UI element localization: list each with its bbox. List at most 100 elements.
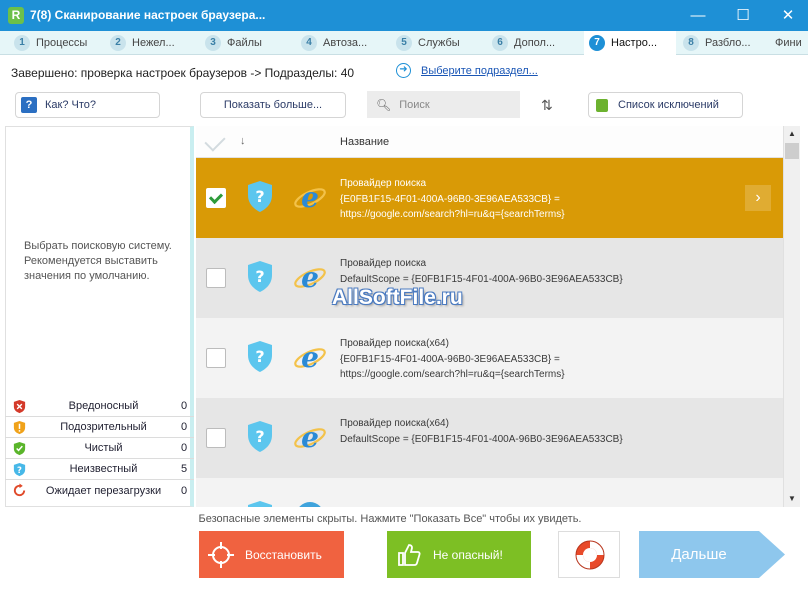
svg-text:?: ?: [255, 267, 264, 286]
restore-button[interactable]: Восстановить: [199, 531, 344, 578]
unknown-shield-icon: ?: [248, 421, 272, 452]
tab-addons[interactable]: 6 Допол...: [492, 31, 580, 55]
legend: Вредоносный 0 Подозрительный 0 Чистый 0 …: [5, 396, 194, 501]
unknown-shield-icon: ?: [248, 261, 272, 292]
swap-arrows-icon[interactable]: ⇅: [541, 97, 553, 114]
search-icon: 🔍︎: [376, 97, 392, 112]
tab-autorun[interactable]: 4 Автоза...: [301, 31, 391, 55]
row-detail: DefaultScope = {E0FB1F15-4F01-400A-96B0-…: [340, 273, 623, 285]
table-scrollbar[interactable]: ▲ ▼: [783, 126, 800, 507]
legend-count: 0: [180, 484, 188, 497]
tab-label: Нежел...: [132, 37, 175, 49]
next-button[interactable]: Дальше: [639, 531, 785, 578]
svg-text:e: e: [301, 422, 319, 454]
step-number: 4: [301, 35, 317, 51]
tab-unblock[interactable]: 8 Разбло...: [683, 31, 769, 55]
search-box[interactable]: 🔍︎ Поиск: [367, 91, 520, 118]
row-checkbox[interactable]: [206, 428, 226, 448]
scroll-up-arrow-icon[interactable]: ▲: [784, 126, 800, 142]
row-detail: {E0FB1F15-4F01-400A-96B0-3E96AEA533CB} =: [340, 353, 560, 365]
legend-label: Неизвестный: [69, 463, 138, 475]
info-description: Выбрать поисковую систему. Рекомендуется…: [24, 240, 172, 282]
lifebuoy-icon: [575, 540, 605, 570]
reboot-pending-icon: [13, 483, 26, 497]
row-checkbox[interactable]: [206, 348, 226, 368]
maximize-button[interactable]: ☐: [726, 0, 760, 31]
row-title: Провайдер поиска(x64): [340, 338, 449, 349]
unknown-shield-icon: [248, 501, 272, 507]
legend-count: 0: [180, 442, 188, 454]
restore-label: Восстановить: [245, 547, 322, 562]
table-row[interactable]: ? e Провайдер поиска(x64) {E0FB1F15-4F01…: [196, 318, 783, 398]
exclusions-list-button[interactable]: Список исключений: [588, 92, 743, 118]
row-detail: https://google.com/search?hl=ru&q={searc…: [340, 209, 565, 220]
not-dangerous-button[interactable]: Не опасный!: [387, 531, 531, 578]
exclusions-label: Список исключений: [618, 99, 719, 111]
row-checkbox[interactable]: [206, 188, 226, 208]
internet-explorer-icon: e: [294, 342, 326, 374]
step-number: 8: [683, 35, 699, 51]
table-row[interactable]: ? e Провайдер поиска {E0FB1F15-4F01-400A…: [196, 158, 783, 238]
thumbs-up-icon: [398, 543, 421, 566]
checkmark-icon: [208, 189, 224, 205]
unknown-shield-icon: ?: [248, 341, 272, 372]
thumbs-up-icon: [596, 98, 608, 112]
table-row[interactable]: ? e Провайдер поиска DefaultScope = {E0F…: [196, 238, 783, 318]
select-all-checkmark-icon[interactable]: [204, 130, 226, 152]
scroll-down-arrow-icon[interactable]: ▼: [784, 491, 800, 507]
legend-count: 5: [180, 463, 188, 475]
howto-label: Как? Что?: [45, 99, 96, 111]
close-button[interactable]: ✕: [771, 0, 805, 31]
row-title: Провайдер поиска(x64): [340, 418, 449, 429]
scan-status-text: Завершено: проверка настроек браузеров -…: [11, 66, 355, 80]
tab-unwanted[interactable]: 2 Нежел...: [110, 31, 200, 55]
legend-row-clean: Чистый 0: [5, 438, 194, 459]
clean-shield-icon: [13, 441, 26, 455]
tab-services[interactable]: 5 Службы: [396, 31, 486, 55]
tab-processes[interactable]: 1 Процессы: [14, 31, 104, 55]
help-question-icon: ?: [21, 97, 37, 113]
legend-row-malicious: Вредоносный 0: [5, 396, 194, 417]
step-number: 1: [14, 35, 30, 51]
step-number: 6: [492, 35, 508, 51]
legend-row-unknown: ? Неизвестный 5: [5, 459, 194, 480]
tab-label: Файлы: [227, 37, 262, 49]
table-row[interactable]: [196, 478, 783, 507]
browser-settings-table: ↓ Название ? e Провайдер поиска {E0FB1F1…: [196, 126, 783, 507]
step-number: 5: [396, 35, 412, 51]
table-row[interactable]: ? e Провайдер поиска(x64) DefaultScope =…: [196, 398, 783, 478]
tab-files[interactable]: 3 Файлы: [205, 31, 295, 55]
crosshair-icon: [208, 541, 234, 568]
tab-browser-settings[interactable]: 7 Настро...: [584, 31, 676, 55]
tab-finish[interactable]: Фини: [775, 31, 808, 55]
svg-text:e: e: [301, 182, 319, 214]
not-dangerous-label: Не опасный!: [433, 547, 503, 562]
svg-text:?: ?: [255, 347, 264, 366]
step-number: 7: [589, 35, 605, 51]
arrow-right-circle-icon[interactable]: ➜: [396, 63, 411, 78]
column-header-name[interactable]: Название: [340, 136, 389, 148]
show-more-button[interactable]: Показать больше...: [200, 92, 346, 118]
select-subsection-link[interactable]: Выберите подраздел...: [421, 65, 538, 77]
svg-text:e: e: [301, 342, 319, 374]
row-detail: {E0FB1F15-4F01-400A-96B0-3E96AEA533CB} =: [340, 193, 560, 205]
row-checkbox[interactable]: [206, 268, 226, 288]
legend-label: Подозрительный: [60, 421, 147, 433]
window-title: 7(8) Сканирование настроек браузера...: [30, 8, 266, 22]
table-header: ↓ Название: [196, 126, 783, 158]
sort-arrow-icon[interactable]: ↓: [240, 135, 246, 147]
legend-count: 0: [180, 400, 188, 412]
watermark: AllSoftFile.ru: [332, 286, 463, 309]
title-bar: R 7(8) Сканирование настроек браузера...…: [0, 0, 808, 31]
minimize-button[interactable]: —: [681, 0, 715, 31]
chevron-right-icon[interactable]: ›: [745, 185, 771, 211]
legend-label: Чистый: [84, 442, 123, 454]
search-input[interactable]: Поиск: [399, 99, 429, 111]
unknown-shield-icon: ?: [248, 181, 272, 212]
scroll-thumb[interactable]: [785, 143, 799, 159]
help-button[interactable]: [558, 531, 620, 578]
firefox-icon: [299, 502, 321, 507]
howto-button[interactable]: ? Как? Что?: [15, 92, 160, 118]
svg-text:?: ?: [255, 187, 264, 206]
step-number: 3: [205, 35, 221, 51]
